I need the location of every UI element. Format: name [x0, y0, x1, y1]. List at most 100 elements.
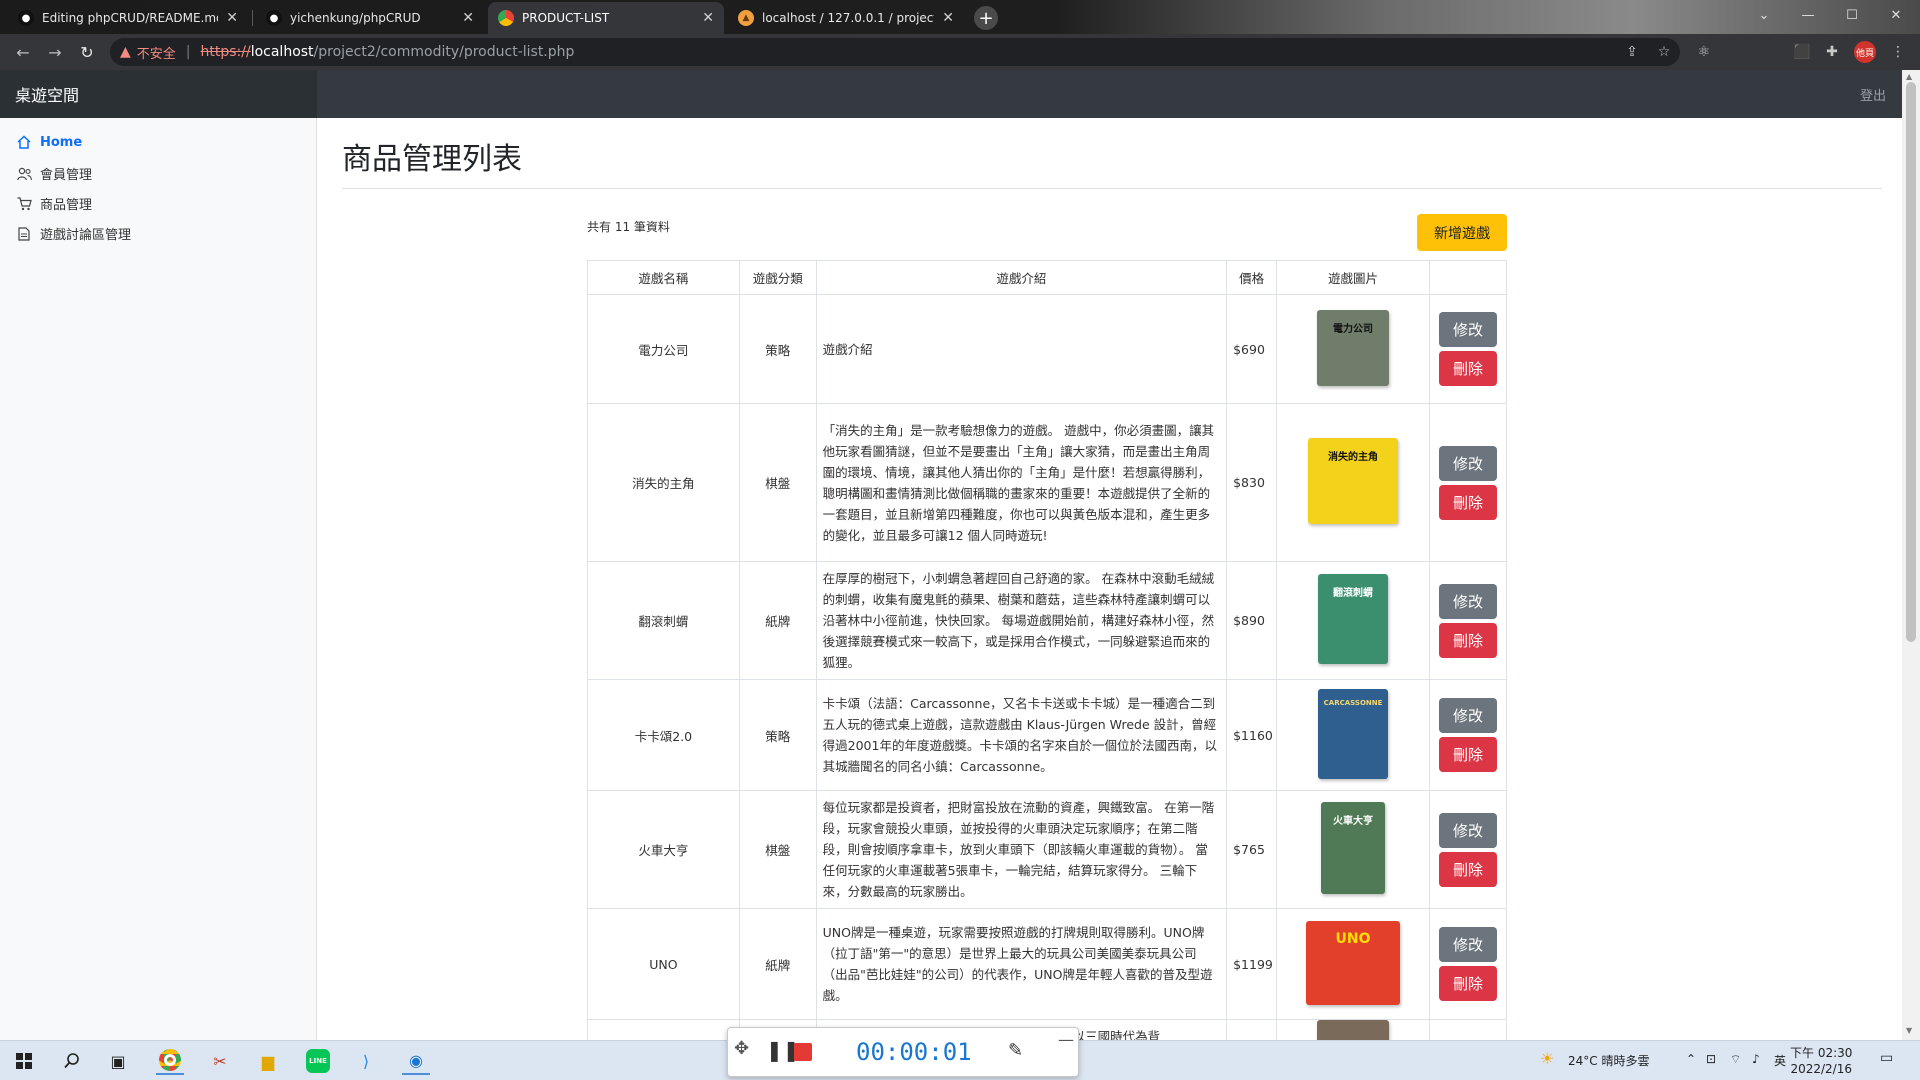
table-header-row: 遊戲名稱 遊戲分類 遊戲介紹 價格 遊戲圖片 [587, 260, 1508, 295]
minimize-icon[interactable]: — [1786, 0, 1830, 30]
row-actions: 修改 刪除 [1428, 403, 1508, 562]
weather-icon[interactable]: ☀ [1540, 1049, 1554, 1068]
bookmark-star-icon[interactable]: ☆ [1654, 42, 1674, 62]
scrollbar-thumb[interactable] [1906, 82, 1916, 642]
pen-icon[interactable]: ✎ [1008, 1040, 1023, 1061]
extension-react-icon[interactable]: ⚛ [1694, 42, 1714, 62]
close-icon[interactable]: ✕ [226, 10, 238, 26]
tray-device-icon[interactable]: ⊡ [1706, 1052, 1716, 1066]
vscode-icon[interactable]: ⟩ [352, 1047, 380, 1075]
forward-icon[interactable]: → [44, 41, 66, 63]
minimize-icon[interactable]: — [1058, 1030, 1074, 1049]
tab-readme[interactable]: ● Editing phpCRUD/README.md ✕ [8, 2, 248, 34]
logout-link[interactable]: 登出 [1860, 85, 1886, 104]
game-price: $765 [1226, 790, 1278, 909]
tab-phpmyadmin[interactable]: ▲ localhost / 127.0.0.1 / project2 ✕ [728, 2, 964, 34]
weather-text[interactable]: 24°C 晴時多雲 [1568, 1052, 1649, 1069]
scroll-down-icon[interactable]: ▼ [1906, 1026, 1912, 1035]
delete-button[interactable]: 刪除 [1438, 851, 1497, 887]
game-price [1226, 1019, 1278, 1040]
search-icon[interactable] [58, 1047, 86, 1075]
game-image-caption: UNO [1335, 930, 1371, 947]
game-image-caption: CARCASSONNE [1323, 698, 1383, 707]
edit-button[interactable]: 修改 [1438, 927, 1497, 962]
windows-start-icon[interactable] [10, 1047, 38, 1075]
scroll-up-icon[interactable]: ▲ [1906, 72, 1912, 81]
sidebar-item-home[interactable]: Home [16, 134, 82, 150]
address-bar[interactable]: ▲ 不安全 | https:// localhost /project2/com… [110, 38, 1680, 66]
page-title: 商品管理列表 [342, 142, 522, 177]
chrome-taskbar-icon[interactable] [156, 1047, 184, 1075]
tab-repo[interactable]: ● yichenkung/phpCRUD ✕ [256, 2, 484, 34]
sidebar-item-label: 會員管理 [40, 168, 93, 183]
file-explorer-icon[interactable]: ▆ [254, 1047, 282, 1075]
system-clock[interactable]: 下午 02:30 2022/2/16 [1790, 1045, 1852, 1077]
column-header: 遊戲介紹 [815, 260, 1228, 295]
delete-button[interactable]: 刪除 [1438, 737, 1497, 772]
delete-button[interactable]: 刪除 [1438, 622, 1497, 658]
tab-title: Editing phpCRUD/README.md [42, 11, 219, 25]
game-image-cell: CARCASSONNE [1276, 679, 1430, 791]
window-close-icon[interactable]: ✕ [1874, 0, 1918, 30]
edit-button[interactable]: 修改 [1438, 583, 1497, 619]
notification-icon[interactable]: ▭ [1880, 1050, 1893, 1066]
edit-button[interactable]: 修改 [1438, 812, 1497, 848]
maximize-icon[interactable]: ☐ [1830, 0, 1874, 30]
security-label[interactable]: 不安全 [137, 43, 176, 62]
phpmyadmin-icon: ▲ [738, 10, 754, 26]
github-icon: ● [266, 10, 282, 26]
home-icon [16, 134, 32, 150]
menu-kebab-icon[interactable]: ⋮ [1888, 42, 1908, 62]
game-image-caption: 消失的主角 [1328, 452, 1379, 463]
delete-button[interactable]: 刪除 [1438, 351, 1497, 386]
drag-handle-icon[interactable]: ✥ [734, 1038, 749, 1059]
page-scrollbar[interactable]: ▲ ▼ [1902, 70, 1920, 1040]
sidebar-item-label: 商品管理 [40, 198, 93, 213]
game-price: $830 [1226, 403, 1278, 562]
game-intro: 遊戲介紹 [815, 294, 1228, 404]
edit-button[interactable]: 修改 [1438, 312, 1497, 347]
column-header: 遊戲圖片 [1276, 260, 1430, 295]
profile-avatar[interactable]: 他頁 [1854, 41, 1876, 63]
line-app-icon[interactable]: LINE [304, 1047, 332, 1075]
add-game-button[interactable]: 新增遊戲 [1417, 214, 1507, 251]
reload-icon[interactable]: ↻ [76, 41, 98, 63]
new-tab-button[interactable]: + [974, 6, 998, 30]
game-name: 卡卡頌2.0 [587, 679, 740, 791]
edit-button[interactable]: 修改 [1438, 698, 1497, 733]
recording-timer: 00:00:01 [856, 1038, 972, 1066]
extensions-puzzle-icon[interactable]: ✚ [1822, 42, 1842, 62]
close-icon[interactable]: ✕ [702, 10, 714, 26]
close-icon[interactable]: ✕ [942, 10, 954, 26]
tray-chevron-icon[interactable]: ⌃ [1686, 1052, 1696, 1066]
close-icon[interactable]: ✕ [462, 10, 474, 26]
game-image [1317, 1020, 1390, 1040]
share-icon[interactable]: ⇪ [1622, 42, 1642, 62]
back-icon[interactable]: ← [12, 41, 34, 63]
screen-recorder-icon[interactable]: ◉ [402, 1047, 430, 1075]
game-name: 消失的主角 [587, 403, 740, 562]
tab-product-list[interactable]: PRODUCT-LIST ✕ [488, 2, 724, 34]
wifi-icon[interactable]: ⌔ [1730, 1052, 1741, 1067]
volume-icon[interactable]: ♪ [1752, 1052, 1760, 1066]
task-view-icon[interactable]: ▣ [104, 1047, 132, 1075]
snipping-tool-icon[interactable]: ✂ [206, 1047, 234, 1075]
edit-button[interactable]: 修改 [1438, 445, 1497, 481]
column-header: 遊戲分類 [738, 260, 817, 295]
game-image-caption: 翻滾刺蝟 [1333, 588, 1374, 599]
game-name: 翻滾刺蝟 [587, 561, 740, 680]
sidebar-item-forum[interactable]: 遊戲討論區管理 [16, 224, 131, 243]
stop-icon[interactable] [794, 1043, 812, 1061]
game-image-cell: 消失的主角 [1276, 403, 1430, 562]
brand-logo[interactable]: 桌遊空間 [0, 70, 317, 118]
pdf-extension-icon[interactable]: ⬛ [1792, 42, 1812, 62]
delete-button[interactable]: 刪除 [1438, 966, 1497, 1001]
tab-search-icon[interactable]: ⌄ [1742, 0, 1786, 30]
sidebar-item-members[interactable]: 會員管理 [16, 164, 92, 183]
delete-button[interactable]: 刪除 [1438, 484, 1497, 520]
cart-icon [16, 196, 32, 212]
game-image-caption: 火車大亨 [1333, 816, 1374, 827]
sidebar-item-products[interactable]: 商品管理 [16, 194, 92, 213]
sidebar-item-label: Home [40, 134, 83, 150]
ime-indicator[interactable]: 英 [1774, 1052, 1786, 1069]
